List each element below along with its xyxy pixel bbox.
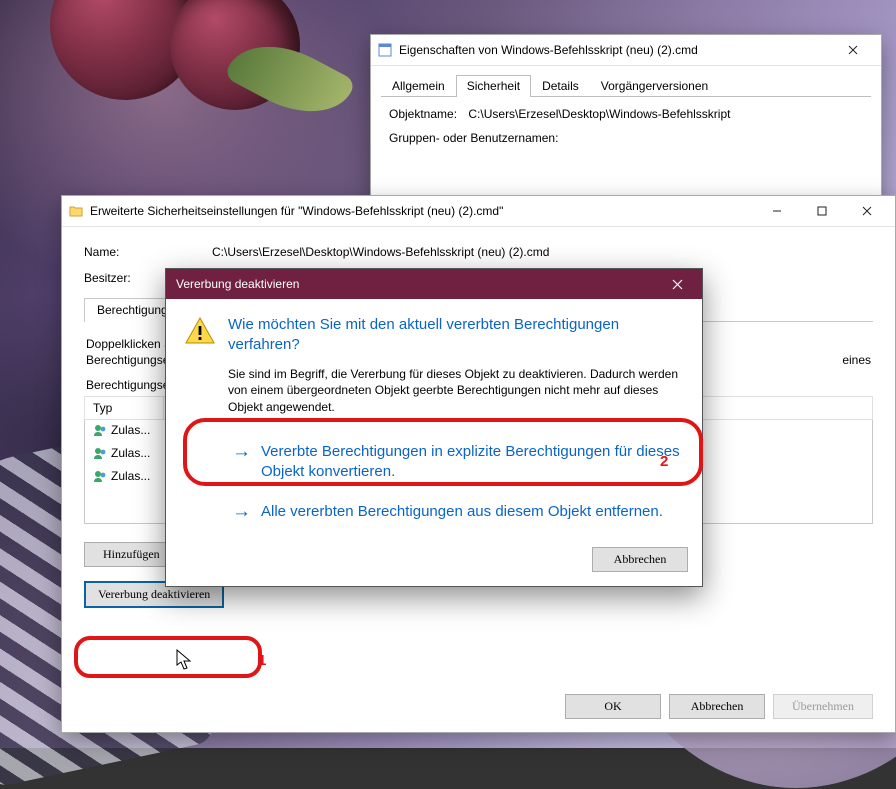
warning-icon bbox=[184, 315, 218, 533]
apply-button: Übernehmen bbox=[773, 694, 873, 719]
properties-icon bbox=[377, 42, 393, 58]
dialog-headline: Wie möchten Sie mit den aktuell vererbte… bbox=[228, 315, 684, 356]
annotation-number-1: 1 bbox=[258, 652, 266, 669]
option-convert[interactable]: → Vererbte Berechtigungen in explizite B… bbox=[228, 432, 684, 493]
properties-title: Eigenschaften von Windows-Befehlsskript … bbox=[399, 43, 830, 57]
advanced-title: Erweiterte Sicherheitseinstellungen für … bbox=[90, 204, 754, 218]
dialog-titlebar[interactable]: Vererbung deaktivieren bbox=[166, 269, 702, 299]
tab-details[interactable]: Details bbox=[531, 75, 590, 97]
option-convert-label: Vererbte Berechtigungen in explizite Ber… bbox=[261, 442, 680, 483]
object-name-label: Objektname: bbox=[389, 107, 457, 121]
dialog-cancel-button[interactable]: Abbrechen bbox=[592, 547, 688, 572]
maximize-icon[interactable] bbox=[799, 197, 844, 226]
properties-tabs: Allgemein Sicherheit Details Vorgängerve… bbox=[381, 74, 871, 97]
tab-allgemein[interactable]: Allgemein bbox=[381, 75, 456, 97]
arrow-right-icon: → bbox=[232, 502, 251, 521]
groups-label: Gruppen- oder Benutzernamen: bbox=[389, 131, 558, 145]
dialog-title: Vererbung deaktivieren bbox=[176, 277, 299, 291]
name-label: Name: bbox=[84, 245, 212, 259]
option-remove-label: Alle vererbten Berechtigungen aus diesem… bbox=[261, 502, 663, 522]
user-icon bbox=[93, 423, 107, 440]
advanced-titlebar[interactable]: Erweiterte Sicherheitseinstellungen für … bbox=[62, 196, 895, 227]
user-icon bbox=[93, 469, 107, 486]
option-remove[interactable]: → Alle vererbten Berechtigungen aus dies… bbox=[228, 492, 684, 532]
close-icon[interactable] bbox=[844, 197, 889, 226]
close-icon[interactable] bbox=[662, 269, 692, 299]
tab-vorgaenger[interactable]: Vorgängerversionen bbox=[590, 75, 719, 97]
cancel-button[interactable]: Abbrechen bbox=[669, 694, 765, 719]
user-icon bbox=[93, 446, 107, 463]
close-icon[interactable] bbox=[830, 36, 875, 65]
properties-window: Eigenschaften von Windows-Befehlsskript … bbox=[370, 34, 882, 216]
object-name-value: C:\Users\Erzesel\Desktop\Windows-Befehls… bbox=[468, 107, 730, 121]
dialog-subtext: Sie sind im Begriff, die Vererbung für d… bbox=[228, 366, 684, 416]
properties-titlebar[interactable]: Eigenschaften von Windows-Befehlsskript … bbox=[371, 35, 881, 66]
ok-button[interactable]: OK bbox=[565, 694, 661, 719]
disable-inheritance-dialog: Vererbung deaktivieren Wie möchten Sie m… bbox=[165, 268, 703, 587]
name-value: C:\Users\Erzesel\Desktop\Windows-Befehls… bbox=[212, 245, 873, 259]
annotation-number-2: 2 bbox=[660, 453, 668, 470]
arrow-right-icon: → bbox=[232, 442, 251, 461]
col-typ[interactable]: Typ bbox=[85, 397, 164, 420]
tab-sicherheit[interactable]: Sicherheit bbox=[456, 75, 531, 97]
folder-icon bbox=[68, 203, 84, 219]
minimize-icon[interactable] bbox=[754, 197, 799, 226]
